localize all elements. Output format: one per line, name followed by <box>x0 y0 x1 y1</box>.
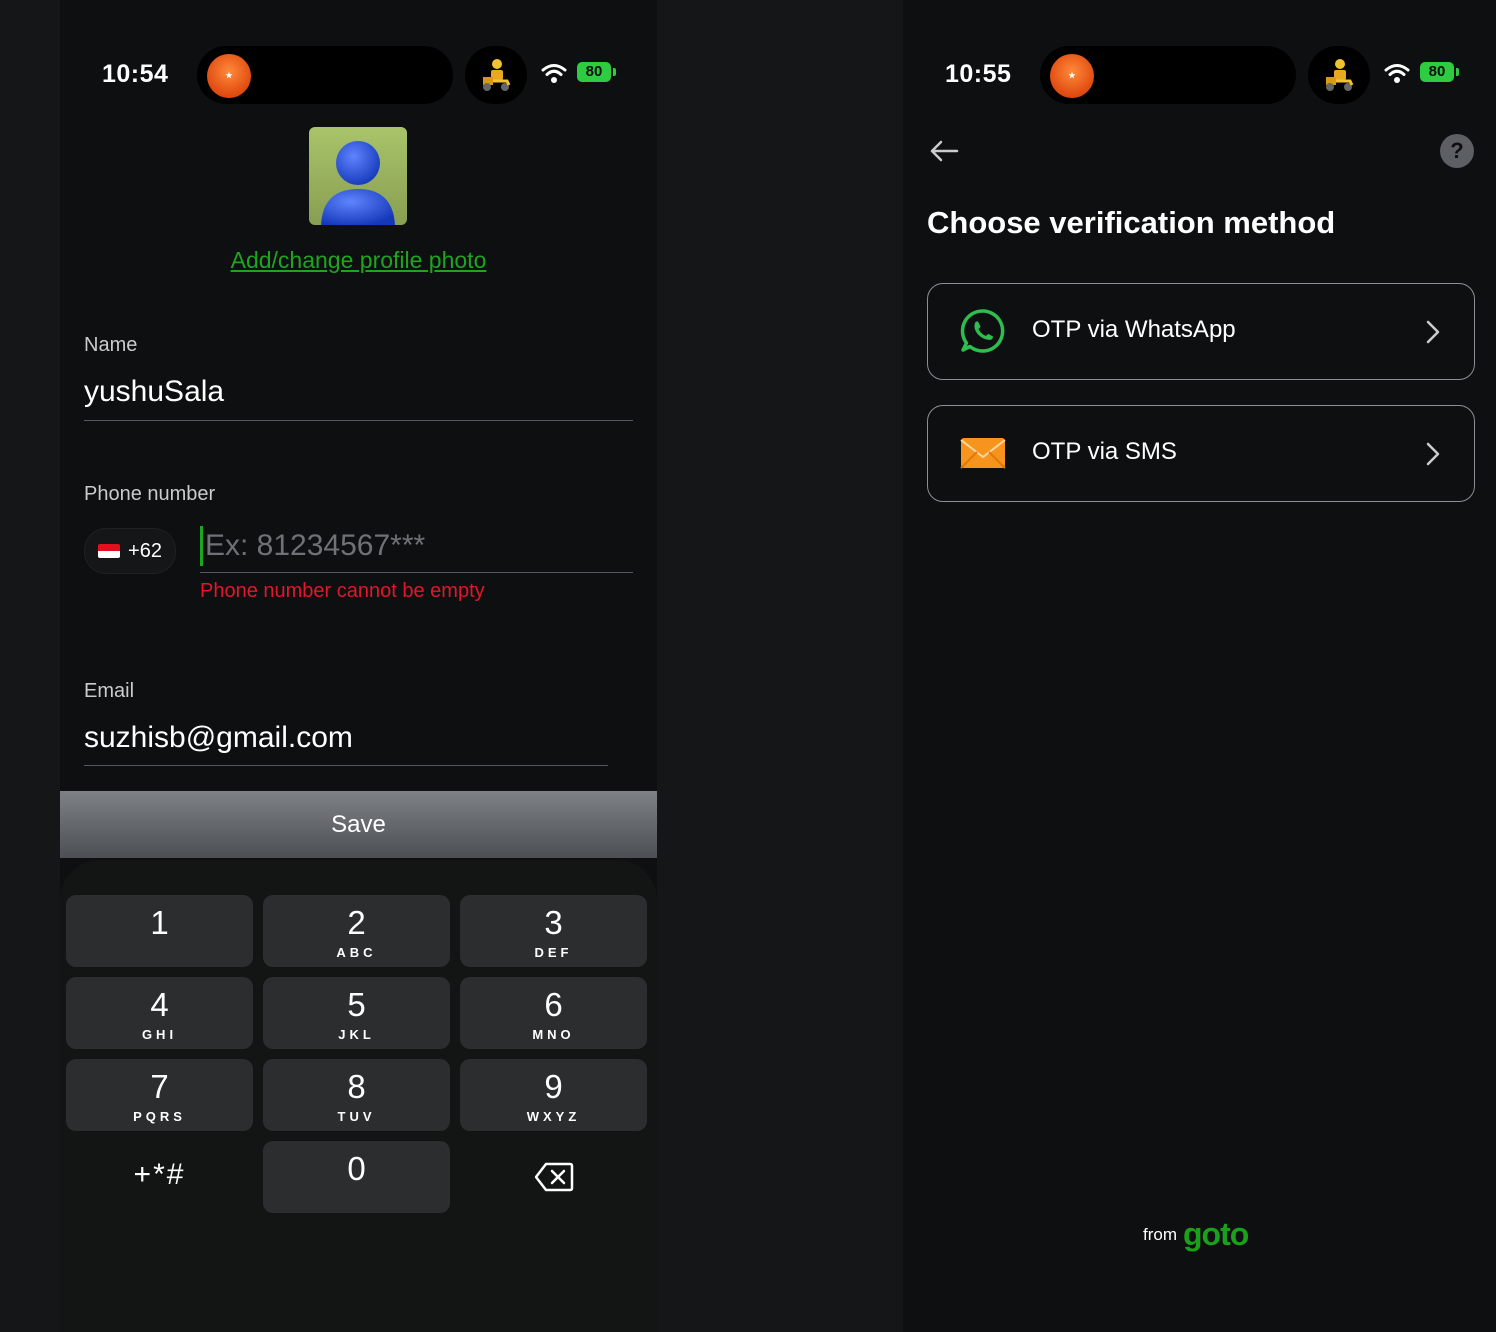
key-symbols[interactable]: +*# <box>66 1141 253 1213</box>
key-8-digit: 8 <box>347 1068 366 1105</box>
name-underline <box>84 420 633 421</box>
key-0-digit: 0 <box>347 1150 366 1187</box>
symbols-label: +*# <box>133 1158 186 1191</box>
backspace-icon <box>534 1162 573 1192</box>
name-field[interactable]: yushuSala <box>84 375 224 409</box>
key-1[interactable]: 1 <box>66 895 253 967</box>
name-label: Name <box>84 334 138 356</box>
key-7-digit: 7 <box>150 1068 169 1105</box>
wifi-icon <box>541 64 567 83</box>
key-4[interactable]: 4 GHI <box>66 977 253 1049</box>
key-backspace[interactable] <box>460 1141 647 1213</box>
email-underline <box>84 765 608 766</box>
key-6[interactable]: 6 MNO <box>460 977 647 1049</box>
otp-whatsapp-option[interactable]: OTP via WhatsApp <box>927 283 1475 380</box>
key-8-letters: TUV <box>337 1109 376 1124</box>
change-photo-link[interactable]: Add/change profile photo <box>60 247 657 274</box>
numeric-keypad: 1 2 ABC 3 DEF 4 GHI 5 JKL 6 MNO 7 PQRS 8 TUV 9 W… <box>60 860 657 1332</box>
status-bar: 10:55 ★ 80 <box>903 44 1496 106</box>
country-code: +62 <box>128 539 162 562</box>
phone-label: Phone number <box>84 483 216 505</box>
status-time: 10:55 <box>945 60 1012 88</box>
key-7[interactable]: 7 PQRS <box>66 1059 253 1131</box>
key-6-letters: MNO <box>532 1027 575 1042</box>
goto-logo: goto <box>1183 1216 1249 1252</box>
otp-sms-label: OTP via SMS <box>1032 438 1177 465</box>
key-3-letters: DEF <box>534 945 573 960</box>
key-9-letters: WXYZ <box>526 1109 581 1124</box>
key-5[interactable]: 5 JKL <box>263 977 450 1049</box>
key-2[interactable]: 2 ABC <box>263 895 450 967</box>
key-4-digit: 4 <box>150 986 169 1023</box>
key-5-digit: 5 <box>347 986 366 1023</box>
app-logo-icon: ★ <box>207 54 251 98</box>
key-2-letters: ABC <box>336 945 377 960</box>
save-button[interactable]: Save <box>60 791 657 858</box>
key-8[interactable]: 8 TUV <box>263 1059 450 1131</box>
help-icon[interactable]: ? <box>1440 134 1474 168</box>
key-6-digit: 6 <box>544 986 563 1023</box>
key-0[interactable]: 0 <box>263 1141 450 1213</box>
footer-from-text: from <box>1143 1224 1177 1244</box>
key-2-digit: 2 <box>347 904 366 941</box>
wifi-icon <box>1384 64 1410 83</box>
email-field[interactable]: suzhisb@gmail.com <box>84 721 353 755</box>
avatar-icon <box>309 127 407 225</box>
status-time: 10:54 <box>102 60 169 88</box>
key-4-letters: GHI <box>141 1027 178 1042</box>
country-code-selector[interactable]: +62 <box>84 528 176 574</box>
key-3-digit: 3 <box>544 904 563 941</box>
battery-indicator: 80 <box>577 62 616 82</box>
edit-profile-screen: 10:54 ★ 80 Add/change profile photo Name… <box>60 0 657 1332</box>
phone-error-message: Phone number cannot be empty <box>200 580 485 602</box>
verification-screen: 10:55 ★ 80 ? Choose verification method <box>903 0 1496 1332</box>
key-1-digit: 1 <box>150 904 169 941</box>
key-5-letters: JKL <box>338 1027 375 1042</box>
envelope-icon <box>960 438 1006 469</box>
status-bar: 10:54 ★ 80 <box>60 44 657 106</box>
key-9-digit: 9 <box>544 1068 563 1105</box>
chevron-right-icon <box>1426 320 1440 344</box>
whatsapp-icon <box>960 309 1005 353</box>
key-7-letters: PQRS <box>133 1109 186 1124</box>
key-9[interactable]: 9 WXYZ <box>460 1059 647 1131</box>
page-title: Choose verification method <box>927 205 1336 240</box>
key-3[interactable]: 3 DEF <box>460 895 647 967</box>
email-label: Email <box>84 680 135 702</box>
dynamic-island: ★ <box>1040 46 1296 104</box>
back-arrow-icon[interactable] <box>927 134 961 168</box>
otp-whatsapp-label: OTP via WhatsApp <box>1032 316 1236 343</box>
phone-number-input[interactable] <box>200 526 635 566</box>
app-logo-icon: ★ <box>1050 54 1094 98</box>
dynamic-island-activity <box>465 46 527 104</box>
delivery-scooter-icon <box>1326 59 1354 91</box>
goto-footer: from goto <box>1143 1216 1249 1253</box>
dynamic-island: ★ <box>197 46 453 104</box>
indonesia-flag-icon <box>98 544 121 558</box>
dynamic-island-activity <box>1308 46 1370 104</box>
battery-indicator: 80 <box>1420 62 1459 82</box>
delivery-scooter-icon <box>483 59 511 91</box>
profile-photo[interactable] <box>309 127 407 225</box>
chevron-right-icon <box>1426 442 1440 466</box>
phone-underline <box>200 572 633 573</box>
otp-sms-option[interactable]: OTP via SMS <box>927 405 1475 502</box>
